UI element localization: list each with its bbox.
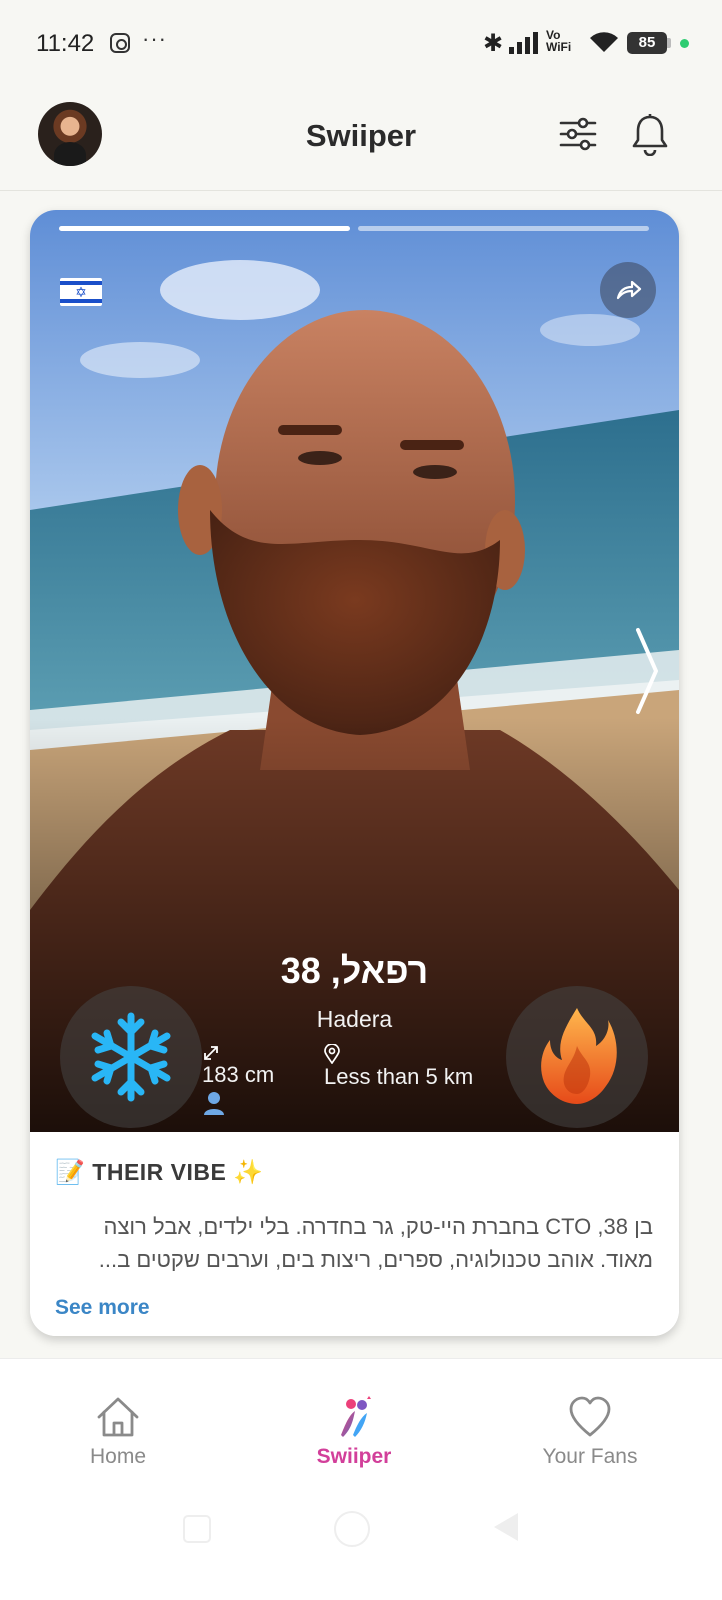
nav-swiper[interactable]: Swiiper [274, 1395, 434, 1469]
privacy-indicator [680, 39, 689, 48]
instagram-icon [110, 33, 130, 53]
more-dots-icon: ··· [142, 26, 167, 51]
bluetooth-icon: ✱ [483, 30, 504, 57]
share-icon [616, 280, 642, 300]
battery-icon: 85 [627, 32, 667, 54]
pass-button[interactable] [60, 986, 202, 1128]
profile-card[interactable]: ✡ רפאל, 38 Hadera 183 cm Less than 5 km [30, 210, 679, 1336]
heart-icon [569, 1396, 611, 1437]
page-title: Swiiper [305, 118, 417, 153]
system-nav-bar [0, 1501, 722, 1561]
israel-flag: ✡ [60, 278, 102, 306]
swiper-logo-icon [341, 1396, 371, 1437]
vibe-section: 📝 THEIR VIBE ✨ בן 38, CTO בחברת היי-טק, … [30, 1132, 679, 1336]
person-icon [204, 1092, 224, 1115]
home-icon [97, 1397, 139, 1437]
system-back-button[interactable] [494, 1513, 518, 1541]
bottom-nav: Home Swiiper Your Fans [0, 1358, 722, 1600]
flame-icon [541, 1008, 617, 1104]
share-button[interactable] [600, 262, 656, 318]
vibe-title: 📝 THEIR VIBE ✨ [55, 1159, 264, 1186]
photo-progress-current [59, 226, 350, 231]
see-more-link[interactable]: See more [55, 1296, 150, 1320]
vowifi-label: Vo WiFi [546, 28, 572, 54]
battery-tip [667, 38, 671, 48]
wifi-icon [590, 32, 618, 52]
like-button[interactable] [506, 986, 648, 1128]
profile-height: 183 cm [202, 1044, 274, 1088]
height-icon [204, 1046, 218, 1060]
profile-photo[interactable]: ✡ רפאל, 38 Hadera 183 cm Less than 5 km [30, 210, 679, 1132]
memo-icon: 📝 [55, 1159, 86, 1186]
bell-icon[interactable] [630, 112, 670, 156]
status-time: 11:42 [36, 30, 95, 57]
filter-icon[interactable] [558, 114, 598, 154]
recent-apps-button[interactable] [183, 1515, 211, 1543]
nav-home[interactable]: Home [38, 1395, 198, 1469]
location-pin-icon [324, 1044, 340, 1064]
vibe-text: בן 38, CTO בחברת היי-טק, גר בחדרה. בלי י… [98, 1214, 653, 1272]
snowflake-icon [91, 1012, 171, 1102]
nav-your-fans[interactable]: Your Fans [510, 1395, 670, 1469]
status-bar: 11:42 ··· ✱ Vo WiFi 85 [0, 0, 722, 90]
system-home-button[interactable] [334, 1511, 370, 1547]
app-header: Swiiper [0, 90, 722, 191]
photo-progress-next [358, 226, 649, 231]
signal-icon [509, 32, 538, 54]
next-photo-arrow[interactable] [632, 626, 662, 716]
sparkles-icon: ✨ [233, 1159, 264, 1186]
profile-distance: Less than 5 km [324, 1044, 473, 1090]
